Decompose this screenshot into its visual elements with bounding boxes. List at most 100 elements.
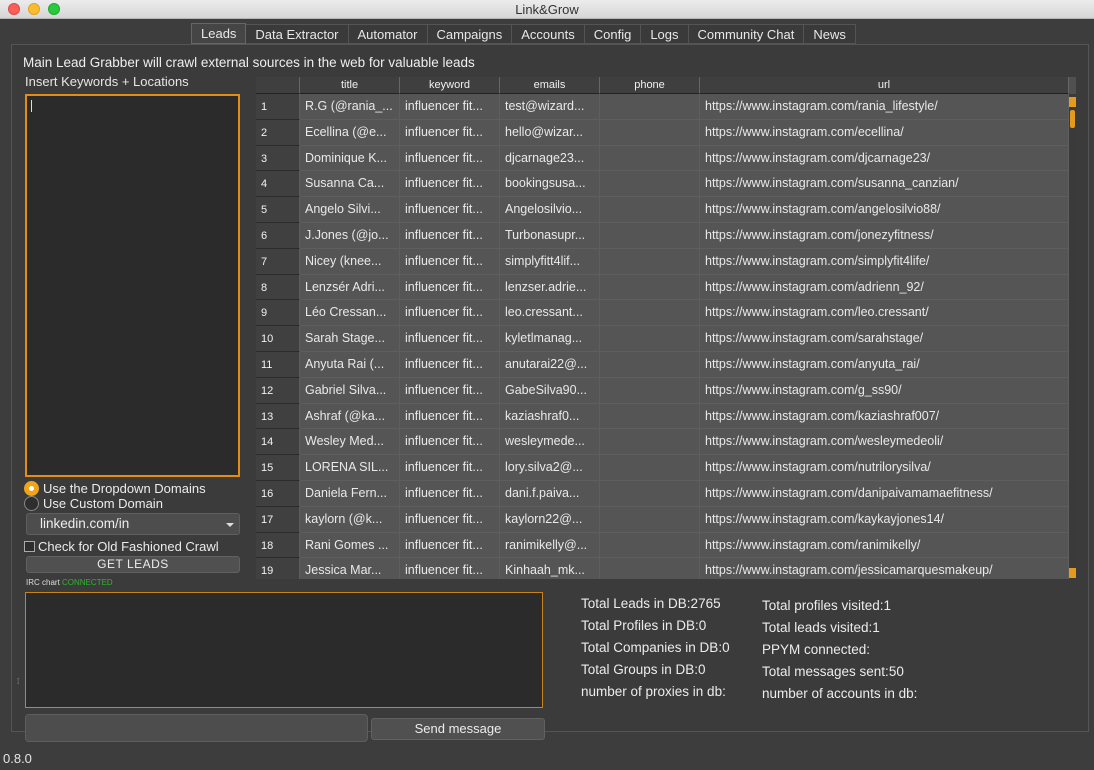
table-row[interactable]: 18 Rani Gomes ... influencer fit... ranimik…: [256, 532, 1069, 559]
cell-email[interactable]: test@wizard...: [500, 94, 600, 120]
table-row[interactable]: 13 Ashraf (@ka... influencer fit... kaziash…: [256, 403, 1069, 430]
cell-keyword[interactable]: influencer fit...: [400, 222, 500, 249]
cell-keyword[interactable]: influencer fit...: [400, 171, 500, 198]
keywords-input[interactable]: [25, 94, 240, 477]
row-number[interactable]: 19: [256, 558, 300, 579]
cell-title[interactable]: Nicey (knee...: [300, 248, 400, 275]
cell-keyword[interactable]: influencer fit...: [400, 480, 500, 507]
cell-title[interactable]: Rani Gomes ...: [300, 532, 400, 559]
row-number[interactable]: 13: [256, 403, 300, 430]
cell-phone[interactable]: [600, 222, 700, 249]
cell-url[interactable]: https://www.instagram.com/nutrilorysilva…: [700, 455, 1069, 481]
table-row[interactable]: 15 LORENA SIL... influencer fit... lory.sil…: [256, 455, 1069, 481]
table-row[interactable]: 9 Léo Cressan... influencer fit... leo.cres…: [256, 300, 1069, 327]
cell-keyword[interactable]: influencer fit...: [400, 300, 500, 327]
cell-phone[interactable]: [600, 480, 700, 507]
cell-phone[interactable]: [600, 532, 700, 559]
table-row[interactable]: 17 kaylorn (@k... influencer fit... kaylorn…: [256, 506, 1069, 533]
row-number[interactable]: 10: [256, 326, 300, 352]
splitter-grip-icon[interactable]: ⁞: [17, 677, 19, 686]
cell-title[interactable]: Lenzsér Adri...: [300, 274, 400, 301]
row-number[interactable]: 4: [256, 171, 300, 198]
cell-phone[interactable]: [600, 274, 700, 301]
scrollbar-thumb[interactable]: [1070, 110, 1075, 128]
tab-news[interactable]: News: [804, 24, 856, 44]
cell-url[interactable]: https://www.instagram.com/rania_lifestyl…: [700, 94, 1069, 120]
cell-email[interactable]: leo.cressant...: [500, 300, 600, 327]
cell-keyword[interactable]: influencer fit...: [400, 326, 500, 352]
table-scrollbar[interactable]: [1069, 94, 1076, 579]
row-number[interactable]: 1: [256, 94, 300, 120]
tab-community-chat[interactable]: Community Chat: [688, 24, 805, 44]
cell-title[interactable]: LORENA SIL...: [300, 455, 400, 481]
column-header-index[interactable]: [256, 77, 300, 94]
cell-phone[interactable]: [600, 326, 700, 352]
tab-config[interactable]: Config: [584, 24, 642, 44]
cell-email[interactable]: Kinhaah_mk...: [500, 558, 600, 579]
cell-keyword[interactable]: influencer fit...: [400, 351, 500, 378]
cell-phone[interactable]: [600, 119, 700, 146]
scroll-down-icon[interactable]: [1069, 568, 1076, 578]
tab-logs[interactable]: Logs: [641, 24, 689, 44]
row-number[interactable]: 18: [256, 532, 300, 559]
cell-email[interactable]: lenzser.adrie...: [500, 274, 600, 301]
tab-automator[interactable]: Automator: [348, 24, 428, 44]
cell-url[interactable]: https://www.instagram.com/jessicamarques…: [700, 558, 1069, 579]
cell-url[interactable]: https://www.instagram.com/danipaivamamae…: [700, 480, 1069, 507]
cell-phone[interactable]: [600, 145, 700, 172]
cell-email[interactable]: hello@wizar...: [500, 119, 600, 146]
cell-title[interactable]: Jessica Mar...: [300, 558, 400, 579]
cell-keyword[interactable]: influencer fit...: [400, 197, 500, 223]
radio-unselected-icon[interactable]: [24, 496, 39, 511]
cell-keyword[interactable]: influencer fit...: [400, 506, 500, 533]
scroll-up-icon[interactable]: [1069, 97, 1076, 107]
table-row[interactable]: 2 Ecellina (@e... influencer fit... hello@w…: [256, 119, 1069, 146]
cell-phone[interactable]: [600, 429, 700, 456]
cell-title[interactable]: Gabriel Silva...: [300, 377, 400, 404]
cell-url[interactable]: https://www.instagram.com/kaziashraf007/: [700, 403, 1069, 430]
table-row[interactable]: 10 Sarah Stage... influencer fit... kyletlm…: [256, 326, 1069, 352]
radio-selected-icon[interactable]: [24, 481, 39, 496]
cell-url[interactable]: https://www.instagram.com/jonezyfitness/: [700, 222, 1069, 249]
cell-email[interactable]: GabeSilva90...: [500, 377, 600, 404]
cell-phone[interactable]: [600, 377, 700, 404]
cell-keyword[interactable]: influencer fit...: [400, 274, 500, 301]
cell-url[interactable]: https://www.instagram.com/sarahstage/: [700, 326, 1069, 352]
row-number[interactable]: 3: [256, 145, 300, 172]
cell-title[interactable]: Daniela Fern...: [300, 480, 400, 507]
table-row[interactable]: 19 Jessica Mar... influencer fit... Kinhaah…: [256, 558, 1069, 579]
cell-phone[interactable]: [600, 300, 700, 327]
tab-campaigns[interactable]: Campaigns: [427, 24, 513, 44]
cell-email[interactable]: lory.silva2@...: [500, 455, 600, 481]
cell-phone[interactable]: [600, 248, 700, 275]
cell-email[interactable]: dani.f.paiva...: [500, 480, 600, 507]
row-number[interactable]: 12: [256, 377, 300, 404]
cell-phone[interactable]: [600, 197, 700, 223]
cell-phone[interactable]: [600, 455, 700, 481]
table-row[interactable]: 3 Dominique K... influencer fit... djcarnag…: [256, 145, 1069, 172]
cell-email[interactable]: djcarnage23...: [500, 145, 600, 172]
domain-select[interactable]: linkedin.com/in: [26, 513, 240, 535]
cell-url[interactable]: https://www.instagram.com/angelosilvio88…: [700, 197, 1069, 223]
table-row[interactable]: 11 Anyuta Rai (... influencer fit... anutar…: [256, 351, 1069, 378]
get-leads-button[interactable]: GET LEADS: [26, 556, 240, 573]
cell-title[interactable]: Angelo Silvi...: [300, 197, 400, 223]
row-number[interactable]: 8: [256, 274, 300, 301]
cell-keyword[interactable]: influencer fit...: [400, 455, 500, 481]
cell-title[interactable]: Wesley Med...: [300, 429, 400, 456]
old-crawl-option[interactable]: Check for Old Fashioned Crawl: [24, 539, 219, 554]
column-header-title[interactable]: title: [300, 77, 400, 94]
dropdown-domains-option[interactable]: Use the Dropdown Domains: [24, 481, 206, 496]
column-header-keyword[interactable]: keyword: [400, 77, 500, 94]
column-header-phone[interactable]: phone: [600, 77, 700, 94]
row-number[interactable]: 5: [256, 197, 300, 223]
cell-title[interactable]: Anyuta Rai (...: [300, 351, 400, 378]
cell-phone[interactable]: [600, 171, 700, 198]
cell-keyword[interactable]: influencer fit...: [400, 94, 500, 120]
cell-url[interactable]: https://www.instagram.com/susanna_canzia…: [700, 171, 1069, 198]
cell-email[interactable]: kaylorn22@...: [500, 506, 600, 533]
row-number[interactable]: 14: [256, 429, 300, 456]
cell-title[interactable]: Ecellina (@e...: [300, 119, 400, 146]
cell-email[interactable]: ranimikelly@...: [500, 532, 600, 559]
column-header-emails[interactable]: emails: [500, 77, 600, 94]
